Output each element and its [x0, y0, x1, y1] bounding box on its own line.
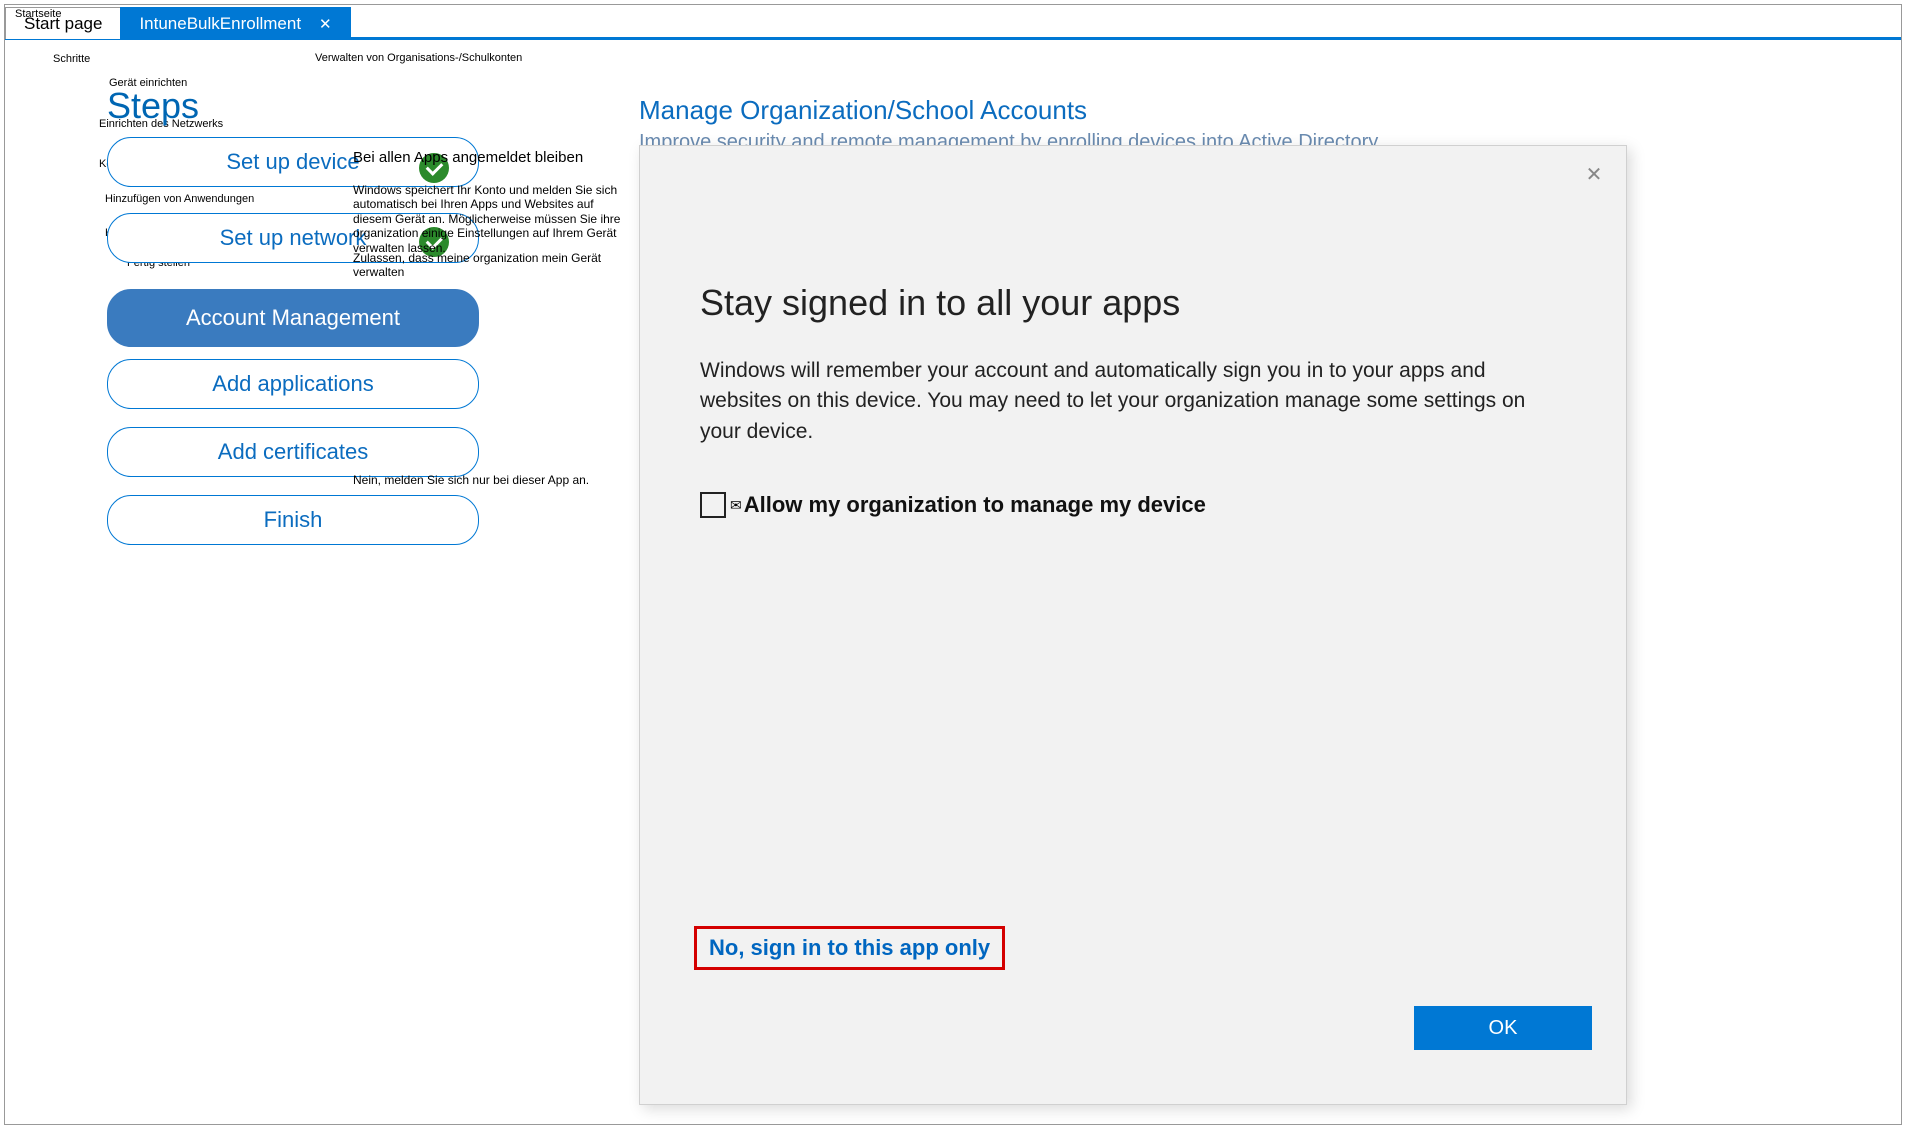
de-dialog-title: Bei allen Apps angemeldet bleiben: [353, 149, 583, 167]
signin-dialog: ✕ Stay signed in to all your apps Window…: [639, 145, 1627, 1105]
step-add-certificates[interactable]: Add certificates: [107, 427, 479, 477]
step-label: Account Management: [186, 305, 400, 331]
close-icon[interactable]: ✕: [319, 15, 332, 33]
dialog-body: Windows will remember your account and a…: [700, 356, 1560, 447]
step-label: Finish: [264, 507, 323, 533]
page-title: Manage Organization/School Accounts: [639, 95, 1087, 126]
step-label: Set up network: [220, 225, 367, 251]
de-dialog-body: Windows speichert Ihr Konto und melden S…: [353, 183, 633, 255]
step-account-management[interactable]: Account Management: [107, 289, 479, 347]
de-dialog-checkbox: Zulassen, dass meine organization mein G…: [353, 251, 643, 280]
de-dialog-link: Nein, melden Sie sich nur bei dieser App…: [353, 473, 589, 487]
step-label: Add applications: [212, 371, 373, 397]
checkbox-label: Allow my organization to manage my devic…: [744, 492, 1206, 518]
close-icon[interactable]: ✕: [1584, 164, 1604, 184]
step-add-applications[interactable]: Add applications: [107, 359, 479, 409]
tab-intune-bulk-enrollment[interactable]: IntuneBulkEnrollment ✕: [120, 7, 350, 39]
signin-app-only-link[interactable]: No, sign in to this app only: [709, 935, 990, 960]
tiny-icon: ✉: [730, 497, 742, 514]
tab-active-label: IntuneBulkEnrollment: [139, 14, 301, 34]
de-main-heading: Verwalten von Organisations-/Schulkonten: [315, 52, 522, 64]
de-schritte: Schritte: [53, 53, 90, 65]
de-apps: Hinzufügen von Anwendungen: [105, 193, 254, 205]
checkbox-icon[interactable]: [700, 492, 726, 518]
step-label: Set up device: [226, 149, 359, 175]
dialog-title: Stay signed in to all your apps: [700, 282, 1180, 324]
allow-manage-checkbox-row[interactable]: ✉ Allow my organization to manage my dev…: [700, 492, 1206, 518]
ok-button[interactable]: OK: [1414, 1006, 1592, 1050]
step-finish[interactable]: Finish: [107, 495, 479, 545]
steps-heading: Steps: [107, 85, 199, 127]
ok-label: OK: [1489, 1017, 1518, 1040]
step-label: Add certificates: [218, 439, 368, 465]
de-start-label: Startseite: [15, 8, 61, 20]
highlighted-link-box: No, sign in to this app only: [694, 926, 1005, 970]
